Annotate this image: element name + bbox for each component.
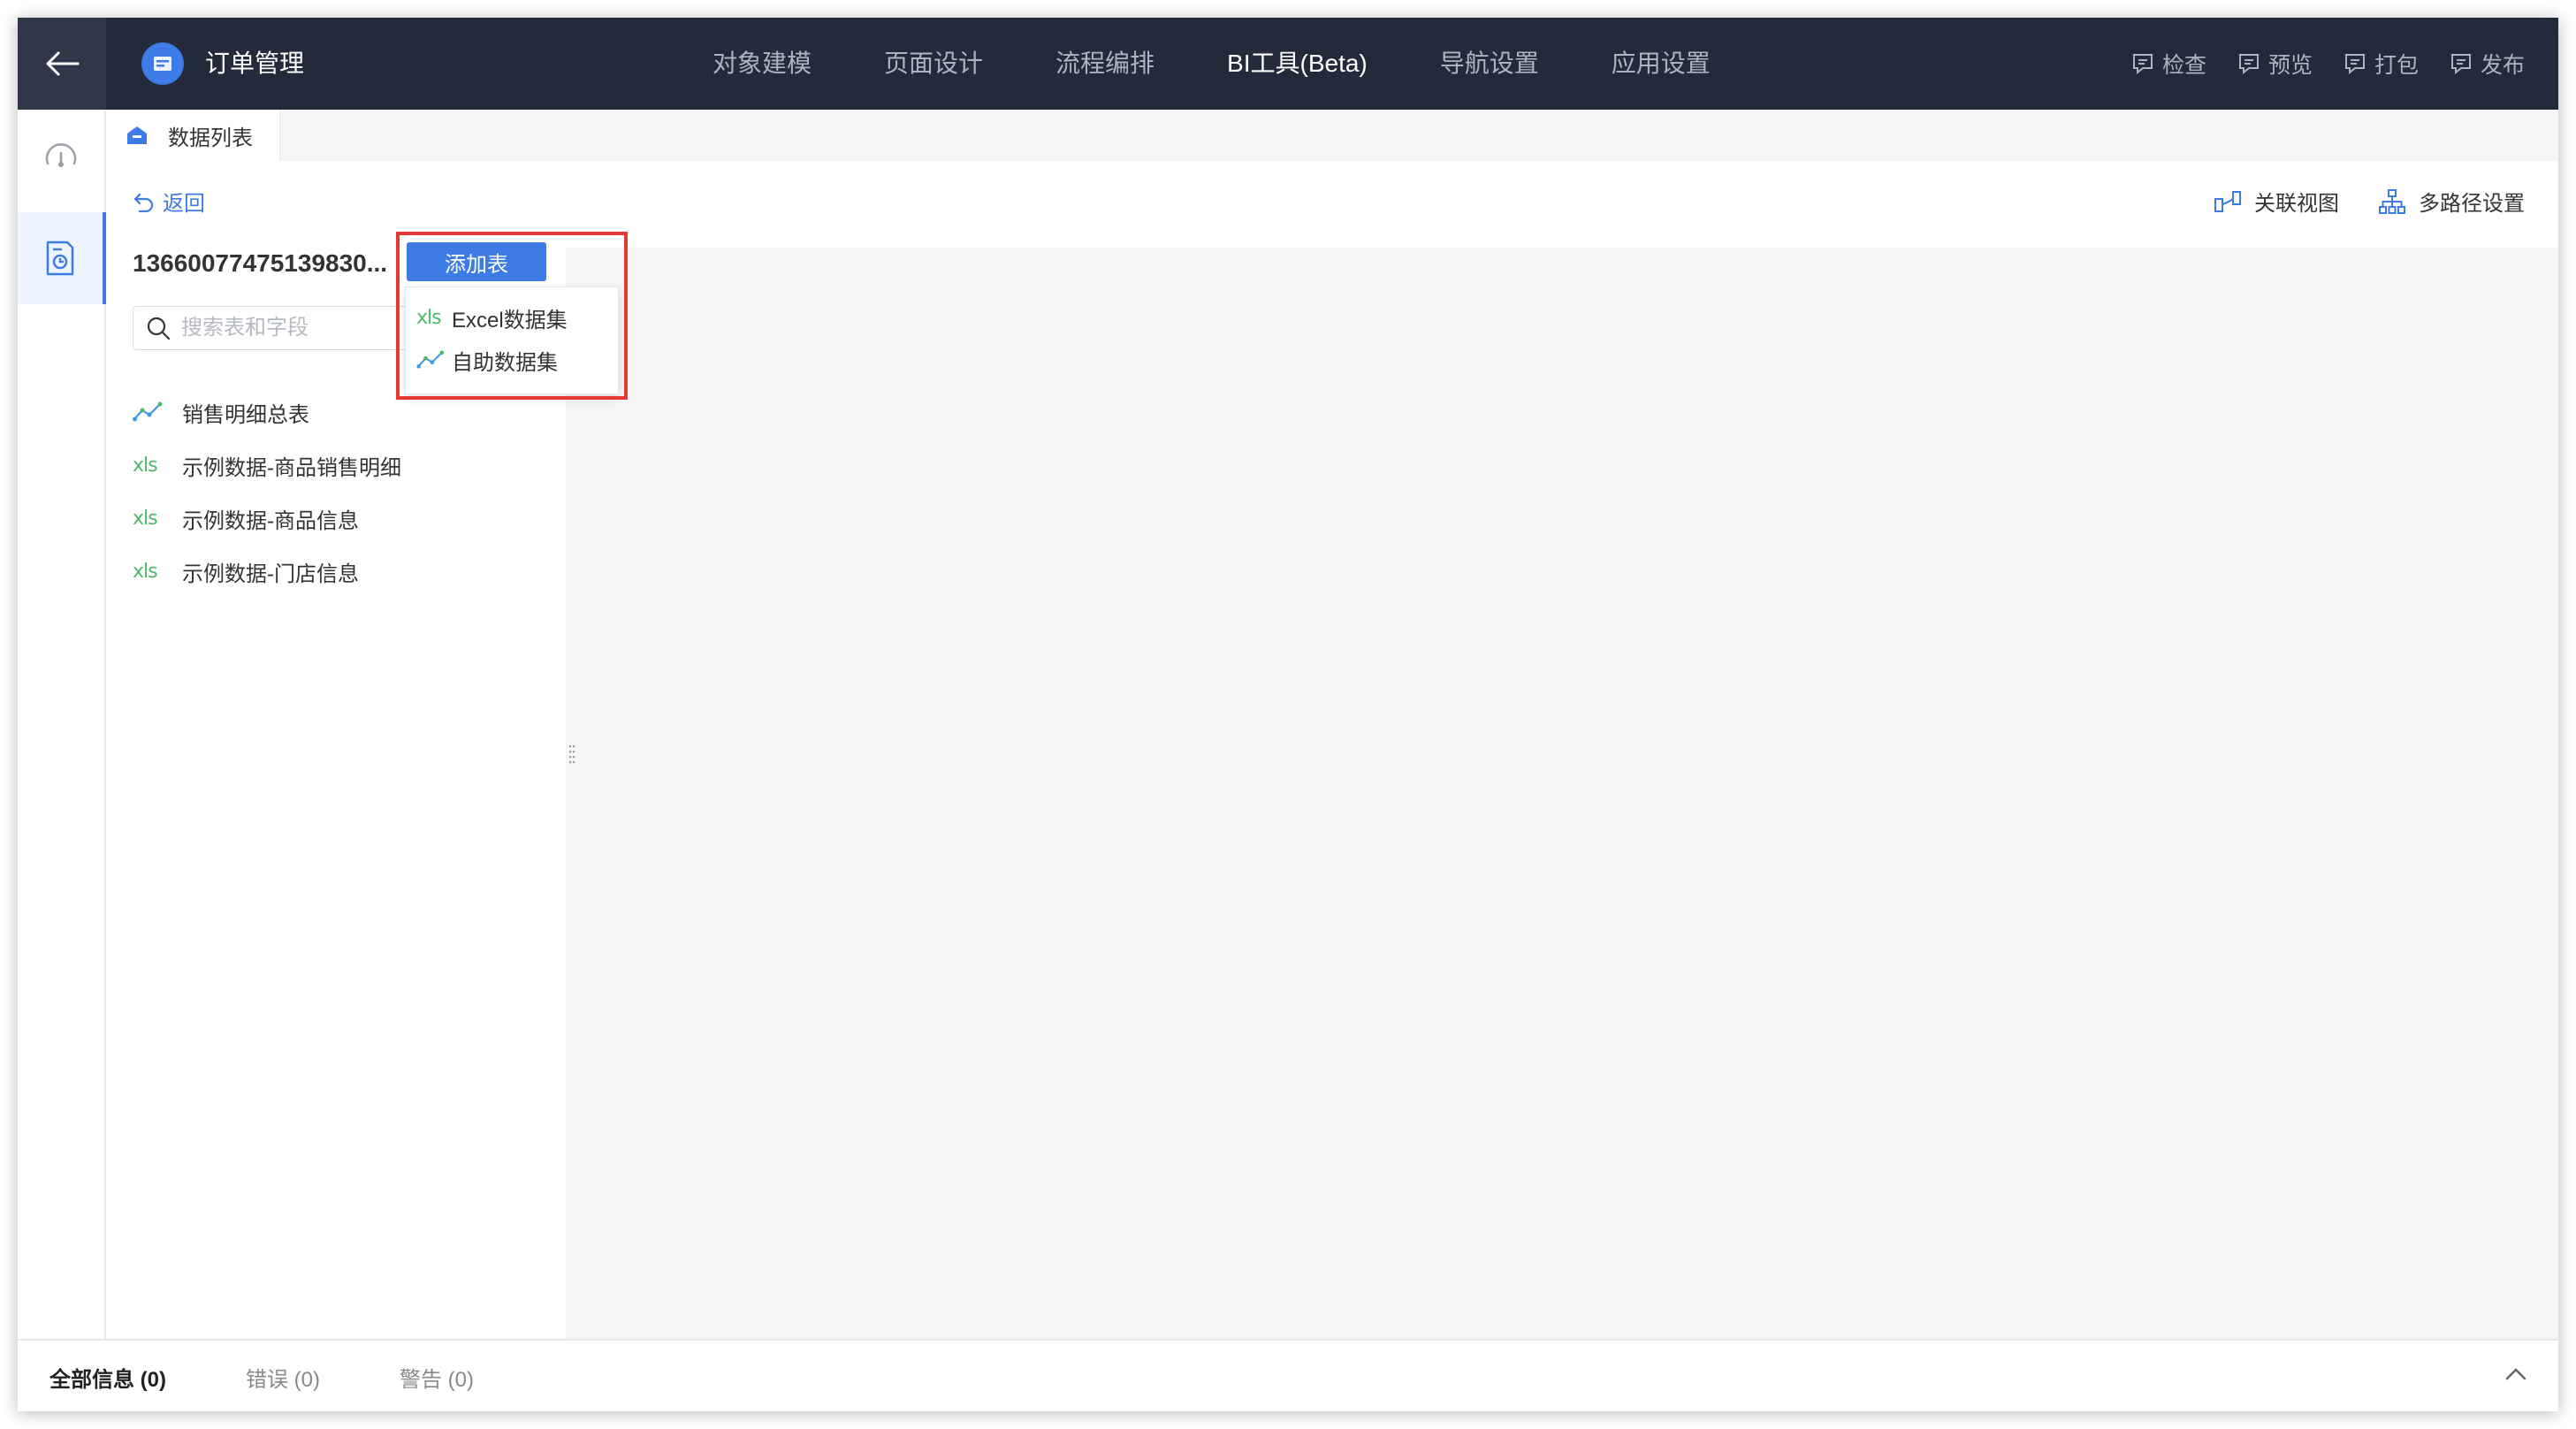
app-logo [141, 42, 184, 85]
app-logo-icon [154, 57, 171, 71]
table-item-sales-detail-summary[interactable]: 销售明细总表 [133, 386, 401, 439]
back-link[interactable]: 返回 [133, 186, 205, 217]
search-input[interactable] [179, 315, 386, 341]
menu-item-label: Excel数据集 [452, 308, 568, 332]
top-bar: 订单管理 对象建模 页面设计 流程编排 BI工具(Beta) 导航设置 应用设置… [18, 18, 2558, 110]
table-item-product-sales-detail[interactable]: xls 示例数据-商品销售明细 [133, 439, 401, 492]
tab-warnings[interactable]: 警告 (0) [400, 1362, 474, 1393]
dataset-title: 13660077475139830... [133, 249, 388, 277]
gauge-icon [45, 143, 77, 167]
left-rail [18, 110, 106, 1348]
preview-label: 预览 [2267, 53, 2313, 78]
xls-icon: xls [416, 307, 452, 329]
multipath-settings-label: 多路径设置 [2419, 192, 2525, 216]
nav-item-bi-tool[interactable]: BI工具(Beta) [1227, 18, 1368, 110]
package-label: 打包 [2374, 53, 2419, 78]
bottom-message-bar: 全部信息 (0) 错误 (0) 警告 (0) [18, 1339, 2558, 1411]
nav-item-app-settings[interactable]: 应用设置 [1612, 18, 1711, 110]
search-icon [147, 317, 171, 340]
menu-item-excel-dataset[interactable]: xls Excel数据集 [406, 296, 618, 339]
xls-icon: xls [133, 455, 182, 477]
view-tools: 关联视图 多路径设置 [2175, 186, 2525, 217]
tab-strip: 数据列表 [106, 110, 2558, 161]
xls-text: xls [416, 306, 442, 329]
package-doc-icon [2344, 54, 2365, 75]
hierarchy-icon [2379, 188, 2405, 214]
table-item-label: 销售明细总表 [182, 402, 309, 427]
app-window: 订单管理 对象建模 页面设计 流程编排 BI工具(Beta) 导航设置 应用设置… [18, 18, 2558, 1411]
add-table-button[interactable]: 添加表 [407, 242, 546, 281]
check-label: 检查 [2161, 53, 2206, 78]
report-doc-icon [46, 241, 74, 276]
menu-item-self-service-dataset[interactable]: 自助数据集 [406, 339, 618, 381]
search-box[interactable] [133, 306, 407, 350]
table-item-label: 示例数据-商品销售明细 [182, 455, 401, 480]
home-icon [127, 126, 147, 144]
relation-view-icon [2214, 190, 2241, 212]
xls-icon: xls [133, 508, 182, 530]
preview-button[interactable]: 预览 [2237, 48, 2313, 80]
add-table-menu: xls Excel数据集 自助数据集 [405, 287, 619, 394]
model-canvas[interactable] [566, 248, 2558, 1341]
back-arrow-button[interactable] [18, 18, 106, 110]
panel-resize-handle[interactable] [566, 741, 578, 768]
publish-button[interactable]: 发布 [2449, 48, 2525, 80]
xls-text: xls [133, 560, 158, 583]
package-button[interactable]: 打包 [2343, 48, 2419, 80]
chevron-up-icon [2505, 1368, 2526, 1380]
xls-text: xls [133, 507, 158, 530]
nav-item-navigation-settings[interactable]: 导航设置 [1440, 18, 1539, 110]
back-link-label: 返回 [163, 192, 205, 216]
relation-view-button[interactable]: 关联视图 [2214, 186, 2339, 217]
nav-item-process-orchestration[interactable]: 流程编排 [1056, 18, 1155, 110]
collapse-panel-button[interactable] [2504, 1362, 2528, 1391]
tab-all-messages[interactable]: 全部信息 (0) [50, 1362, 166, 1393]
publish-doc-icon [2450, 54, 2471, 75]
table-list: 销售明细总表 xls 示例数据-商品销售明细 xls 示例数据-商品信息 xls… [133, 386, 401, 598]
tab-errors[interactable]: 错误 (0) [246, 1362, 320, 1393]
drag-dots-icon [568, 745, 575, 764]
arrow-left-icon [46, 51, 80, 76]
line-chart-icon [416, 350, 452, 370]
preview-doc-icon [2238, 54, 2259, 75]
multipath-settings-button[interactable]: 多路径设置 [2378, 186, 2525, 217]
line-chart-icon [133, 401, 182, 423]
rail-item-data-report[interactable] [18, 212, 106, 304]
tab-data-list[interactable]: 数据列表 [106, 110, 280, 161]
table-item-store-info[interactable]: xls 示例数据-门店信息 [133, 545, 401, 598]
undo-arrow-icon [133, 193, 154, 212]
table-item-label: 示例数据-门店信息 [182, 562, 359, 586]
check-button[interactable]: 检查 [2130, 48, 2206, 80]
rail-item-dashboard[interactable] [18, 110, 104, 202]
nav-item-object-modeling[interactable]: 对象建模 [713, 18, 812, 110]
menu-item-label: 自助数据集 [452, 350, 558, 375]
nav-item-page-design[interactable]: 页面设计 [884, 18, 983, 110]
relation-view-label: 关联视图 [2254, 192, 2339, 216]
top-actions: 检查 预览 打包 发布 [2100, 18, 2525, 110]
xls-text: xls [133, 454, 158, 477]
publish-label: 发布 [2480, 53, 2525, 78]
table-item-label: 示例数据-商品信息 [182, 508, 359, 533]
check-doc-icon [2132, 54, 2153, 75]
xls-icon: xls [133, 561, 182, 583]
main-nav: 对象建模 页面设计 流程编排 BI工具(Beta) 导航设置 应用设置 [713, 18, 1783, 110]
app-title: 订单管理 [205, 50, 305, 77]
table-item-product-info[interactable]: xls 示例数据-商品信息 [133, 492, 401, 545]
tab-data-list-label: 数据列表 [168, 126, 253, 150]
